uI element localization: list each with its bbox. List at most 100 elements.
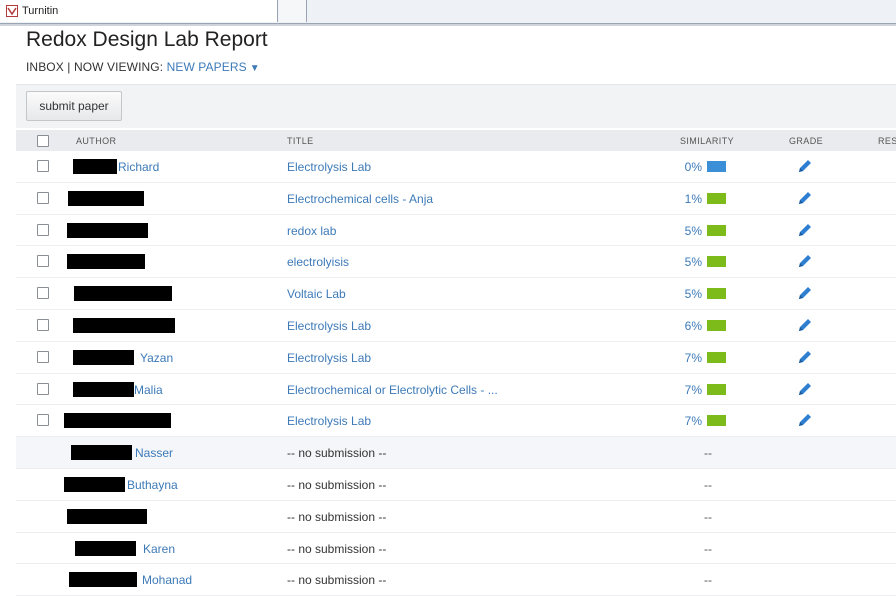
similarity-bar [707,256,726,268]
similarity-bar [707,319,726,331]
pencil-icon[interactable] [797,317,813,333]
table-row: Electrolysis Lab 6% [16,310,896,342]
caret-down-icon: ▼ [249,63,260,74]
paper-title-link[interactable]: electrolyisis [287,255,349,269]
breadcrumb-separator: | [67,60,71,74]
page-title: Redox Design Lab Report [26,28,268,51]
paper-title-link[interactable]: Electrolysis Lab [287,319,371,333]
table-row: Malia Electrochemical or Electrolytic Ce… [16,374,896,406]
redacted-name [71,445,132,461]
similarity-score[interactable]: 5% [680,287,740,301]
row-checkbox[interactable] [37,287,49,300]
similarity-score[interactable]: 0% [680,160,740,174]
turnitin-favicon-icon [6,5,18,17]
no-submission-text: -- no submission -- [287,541,387,556]
submissions-table: Richard Electrolysis Lab 0% Electrochemi… [16,151,896,596]
similarity-bar [707,192,726,204]
inbox-label: INBOX [26,60,64,74]
no-submission-text: -- no submission -- [287,509,387,524]
pencil-icon[interactable] [797,381,813,397]
paper-title-link[interactable]: Voltaic Lab [287,287,346,301]
header-similarity[interactable]: SIMILARITY [680,136,734,146]
similarity-score[interactable]: 7% [680,383,740,397]
header-response[interactable]: RES [878,136,896,146]
browser-tab-turnitin[interactable]: Turnitin [0,0,278,22]
browser-new-tab[interactable] [279,0,307,22]
submit-paper-button[interactable]: submit paper [26,91,122,121]
paper-title-link[interactable]: Electrolysis Lab [287,414,371,428]
table-row: Electrolysis Lab 7% [16,405,896,438]
similarity-score[interactable]: 1% [680,192,740,206]
pencil-icon[interactable] [797,285,813,301]
paper-title-link[interactable]: Electrolysis Lab [287,160,371,174]
similarity-bar [707,161,726,172]
pencil-icon[interactable] [797,190,813,206]
author-link[interactable]: Nasser [135,446,173,460]
row-checkbox[interactable] [37,382,49,395]
author-link[interactable]: Mohanad [142,573,192,587]
table-row: Buthayna -- no submission -- -- [16,468,896,501]
similarity-score[interactable]: 7% [680,351,740,365]
table-row: Richard Electrolysis Lab 0% [16,151,896,183]
paper-title-link[interactable]: Electrolysis Lab [287,351,371,365]
paper-title-link[interactable]: Electrochemical or Electrolytic Cells - … [287,383,498,397]
header-grade[interactable]: GRADE [789,136,823,146]
similarity-empty: -- [704,509,712,524]
paper-title-link[interactable]: Electrochemical cells - Anja [287,192,433,206]
paper-title-link[interactable]: redox lab [287,224,336,238]
table-row: Mohanad -- no submission -- -- [16,564,896,596]
redacted-name [75,540,136,556]
row-checkbox[interactable] [37,414,49,427]
pencil-icon[interactable] [797,158,813,174]
redacted-name [73,381,134,397]
similarity-empty: -- [704,477,712,492]
author-link[interactable]: Karen [143,542,175,556]
similarity-bar [707,415,726,427]
similarity-empty: -- [704,446,712,461]
similarity-bar [707,224,726,236]
redacted-name [67,254,145,270]
row-checkbox[interactable] [37,255,49,268]
redacted-name [68,190,144,206]
redacted-name [67,222,148,238]
redacted-name [69,572,137,588]
header-author[interactable]: AUTHOR [76,136,116,146]
table-row: electrolyisis 5% [16,246,896,279]
pencil-icon[interactable] [797,253,813,269]
redacted-name [67,508,147,524]
browser-tab-strip: Turnitin [0,0,896,24]
now-viewing-label: NOW VIEWING: [73,60,164,74]
breadcrumb: INBOX | NOW VIEWING: NEW PAPERS ▼ [26,60,260,74]
author-link[interactable]: Richard [118,160,159,174]
similarity-score[interactable]: 5% [680,255,740,269]
similarity-bar [707,288,726,300]
redacted-name [64,413,171,429]
author-link[interactable]: Malia [134,383,163,397]
table-header: AUTHOR TITLE SIMILARITY GRADE RES [16,130,896,151]
view-filter-value: NEW PAPERS [166,60,247,74]
row-checkbox[interactable] [37,318,49,331]
no-submission-text: -- no submission -- [287,477,387,492]
pencil-icon[interactable] [797,222,813,238]
header-title[interactable]: TITLE [287,136,314,146]
row-checkbox[interactable] [37,191,49,204]
author-link[interactable]: Yazan [140,351,173,365]
top-divider [0,24,896,26]
similarity-score[interactable]: 5% [680,224,740,238]
table-row: Karen -- no submission -- -- [16,532,896,565]
redacted-name [73,317,175,333]
similarity-score[interactable]: 6% [680,319,740,333]
row-checkbox[interactable] [37,160,49,172]
row-checkbox[interactable] [37,223,49,236]
table-row: Yazan Electrolysis Lab 7% [16,342,896,374]
select-all-checkbox[interactable] [37,135,49,147]
row-checkbox[interactable] [37,350,49,363]
view-filter-dropdown[interactable]: NEW PAPERS ▼ [167,60,260,74]
table-row: redox lab 5% [16,215,896,247]
redacted-name [74,286,172,302]
pencil-icon[interactable] [797,412,813,428]
pencil-icon[interactable] [797,349,813,365]
no-submission-text: -- no submission -- [287,573,387,588]
similarity-score[interactable]: 7% [680,414,740,428]
author-link[interactable]: Buthayna [127,478,178,492]
